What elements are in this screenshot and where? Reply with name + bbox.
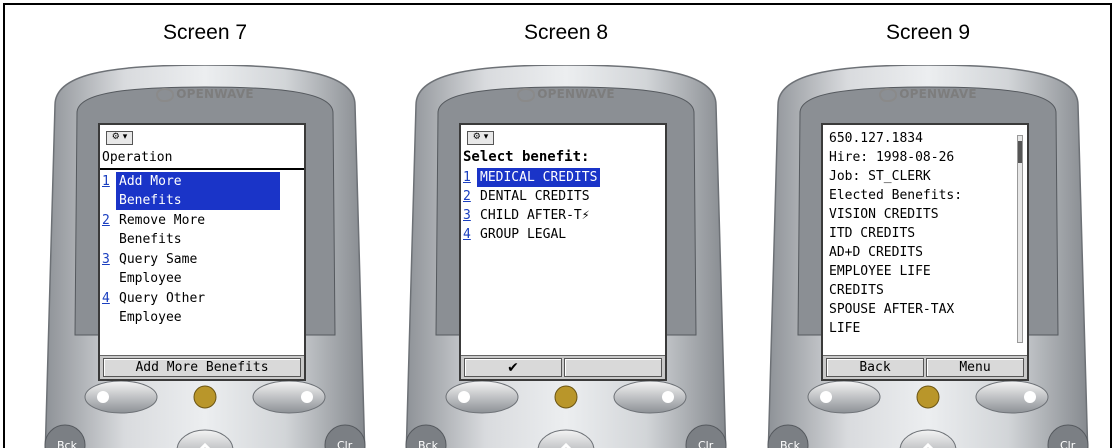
menu-item-number: 1 — [102, 174, 110, 189]
menu-indicator-icon[interactable]: ⚙ ▾ — [106, 131, 133, 145]
phone-device: Bck Clr OPENWAVE ⚙ ▾ Select benefit: 1 MED… — [386, 65, 746, 448]
menu-item-query-other-employee[interactable]: 4 Query Other Employee — [102, 289, 300, 327]
menu-item-label: Add More Benefits — [116, 172, 280, 210]
phone-device: Bck Clr OPENWAVE 650.127.1834 Hire: 1998-… — [748, 65, 1108, 448]
right-button-highlight — [662, 391, 674, 403]
menu-item-query-same-employee[interactable]: 3 Query Same Employee — [102, 250, 300, 288]
left-softkey-button[interactable] — [445, 380, 519, 414]
softkey-menu[interactable]: Menu — [926, 358, 1024, 377]
right-softkey-button[interactable] — [613, 380, 687, 414]
panel-title: Screen 8 — [523, 21, 609, 44]
detail-line: Job: ST_CLERK — [829, 169, 931, 184]
phone-screen: ⚙ ▾ Operation 1 Add More Benefits 2 Remove … — [98, 123, 306, 381]
openwave-logo: OPENWAVE — [386, 87, 746, 102]
right-button-highlight — [301, 391, 313, 403]
phone-device: Bck Clr OPENWAVE ⚙ ▾ Operation 1 Add More B… — [25, 65, 385, 448]
openwave-logo: OPENWAVE — [25, 87, 385, 102]
brand-label: OPENWAVE — [176, 87, 254, 101]
openwave-logo-icon — [156, 87, 175, 102]
right-softkey-button[interactable] — [252, 380, 326, 414]
menu-item-group-legal[interactable]: 4 GROUP LEGAL — [463, 225, 661, 244]
detail-line: Elected Benefits: — [829, 188, 963, 203]
screen-label: Select benefit: — [463, 149, 590, 165]
clear-label: Clr — [1060, 439, 1076, 448]
softkey-bar: Back Menu — [823, 355, 1027, 379]
detail-line: Hire: 1998-08-26 — [829, 150, 955, 165]
panel-title: Screen 7 — [162, 21, 248, 44]
menu-item-label: Query Other Employee — [119, 291, 206, 325]
panel-screen-7: Screen 7 Bck Clr OPENWAVE ⚙ ▾ Operation 1… — [25, 5, 385, 448]
menu-item-label: Remove More Benefits — [119, 213, 206, 247]
menu-item-number: 3 — [463, 208, 471, 223]
brand-label: OPENWAVE — [899, 87, 977, 101]
menu-item-remove-more-benefits[interactable]: 2 Remove More Benefits — [102, 211, 300, 249]
select-button[interactable] — [916, 385, 940, 409]
scrollbar-thumb[interactable] — [1018, 141, 1022, 163]
detail-line: AD+D CREDITS — [829, 245, 923, 260]
figure-frame: Screen 7 Bck Clr OPENWAVE ⚙ ▾ Operation 1… — [3, 3, 1112, 448]
clear-label: Clr — [698, 439, 714, 448]
detail-line: CREDITS — [829, 283, 884, 298]
label-line: Benefits — [119, 193, 182, 208]
menu-item-medical-credits[interactable]: 1 MEDICAL CREDITS — [463, 168, 661, 187]
screen-label: Operation — [102, 150, 173, 165]
menu-item-label: GROUP LEGAL — [480, 227, 567, 242]
menu-item-dental-credits[interactable]: 2 DENTAL CREDITS — [463, 187, 661, 206]
back-label: Bck — [780, 439, 801, 448]
menu-indicator-icon[interactable]: ⚙ ▾ — [467, 131, 494, 145]
openwave-logo-icon — [517, 87, 536, 102]
softkey-empty[interactable] — [564, 358, 662, 377]
left-button-highlight — [458, 391, 470, 403]
menu-item-number: 2 — [463, 189, 471, 204]
detail-line: VISION CREDITS — [829, 207, 939, 222]
left-button-highlight — [820, 391, 832, 403]
openwave-logo-icon — [879, 87, 898, 102]
label-line: Add More — [119, 174, 182, 189]
menu-item-label: MEDICAL CREDITS — [477, 168, 601, 187]
right-button-highlight — [1024, 391, 1036, 403]
select-button[interactable] — [554, 385, 578, 409]
openwave-logo: OPENWAVE — [748, 87, 1108, 102]
softkey-bar: Add More Benefits — [100, 355, 304, 379]
clear-label: Clr — [337, 439, 353, 448]
divider — [100, 168, 304, 170]
softkey-add-more-benefits[interactable]: Add More Benefits — [103, 358, 301, 377]
phone-screen: 650.127.1834 Hire: 1998-08-26 Job: ST_CL… — [821, 123, 1029, 381]
softkey-ok-check-icon[interactable]: ✔ — [464, 358, 562, 377]
detail-line: 650.127.1834 — [829, 131, 923, 146]
select-button[interactable] — [193, 385, 217, 409]
back-label: Bck — [57, 439, 78, 448]
detail-line: ITD CREDITS — [829, 226, 916, 241]
menu-item-number: 4 — [102, 291, 110, 306]
softkey-back[interactable]: Back — [826, 358, 924, 377]
menu-item-number: 1 — [463, 170, 471, 185]
panel-title: Screen 9 — [885, 21, 971, 44]
brand-label: OPENWAVE — [537, 87, 615, 101]
panel-screen-8: Screen 8 Bck Clr OPENWAVE ⚙ ▾ Select bene… — [386, 5, 746, 448]
right-softkey-button[interactable] — [975, 380, 1049, 414]
back-label: Bck — [418, 439, 439, 448]
detail-line: LIFE — [829, 321, 861, 336]
softkey-bar: ✔ — [461, 355, 665, 379]
menu-item-number: 4 — [463, 227, 471, 242]
menu-item-child-after-tax[interactable]: 3 CHILD AFTER-T⚡ — [463, 206, 661, 225]
detail-line: EMPLOYEE LIFE — [829, 264, 931, 279]
panel-screen-9: Screen 9 Bck Clr OPENWAVE 650.127.1834 Hi… — [748, 5, 1108, 448]
menu-item-label: CHILD AFTER-T⚡ — [480, 208, 590, 223]
left-button-highlight — [97, 391, 109, 403]
phone-screen: ⚙ ▾ Select benefit: 1 MEDICAL CREDITS 2 DE… — [459, 123, 667, 381]
menu-item-number: 3 — [102, 252, 110, 267]
menu-item-label: DENTAL CREDITS — [480, 189, 590, 204]
detail-line: SPOUSE AFTER-TAX — [829, 302, 955, 317]
left-softkey-button[interactable] — [84, 380, 158, 414]
menu-item-label: Query Same Employee — [119, 252, 198, 286]
left-softkey-button[interactable] — [807, 380, 881, 414]
scrollbar[interactable] — [1017, 135, 1023, 343]
menu-item-add-more-benefits[interactable]: 1 Add More Benefits — [102, 172, 300, 210]
menu-item-number: 2 — [102, 213, 110, 228]
